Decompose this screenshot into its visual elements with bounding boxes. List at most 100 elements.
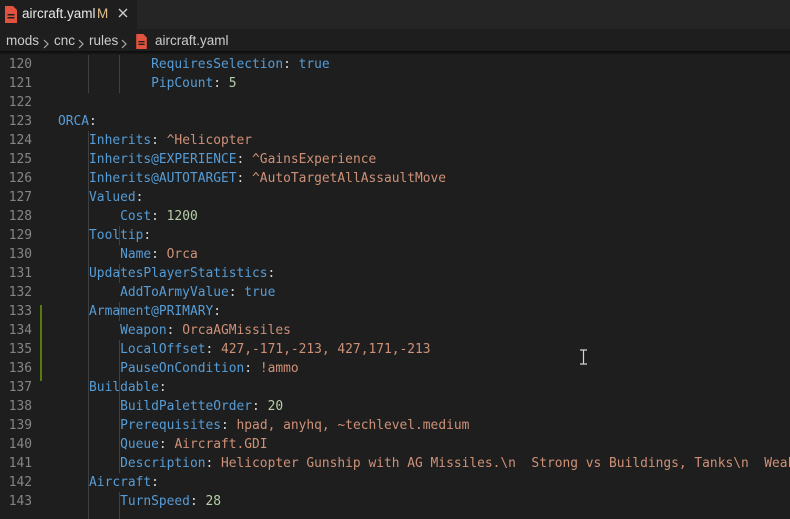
code-text: Queue: Aircraft.GDI bbox=[120, 437, 268, 452]
line-number: 140 bbox=[8, 437, 32, 452]
line-number: 135 bbox=[8, 342, 32, 357]
code-line[interactable]: 120 RequiresSelection: true bbox=[0, 55, 790, 74]
code-line[interactable]: 140 Queue: Aircraft.GDI bbox=[0, 435, 790, 454]
code-line[interactable]: 122 bbox=[0, 93, 790, 112]
yaml-value: 5 bbox=[228, 76, 237, 91]
code-line[interactable]: 128 Cost: 1200 bbox=[0, 207, 790, 226]
yaml-value: Helicopter Gunship with AG Missiles.\n S… bbox=[221, 456, 790, 471]
code-line[interactable]: 134 Weapon: OrcaAGMissiles bbox=[0, 321, 790, 340]
yaml-value: Orca bbox=[166, 247, 198, 262]
breadcrumb-item-file[interactable]: aircraft.yaml bbox=[155, 33, 229, 48]
line-number: 127 bbox=[8, 190, 32, 205]
line-number: 129 bbox=[8, 228, 32, 243]
line-number: 131 bbox=[8, 266, 32, 281]
line-number: 122 bbox=[8, 95, 32, 110]
yaml-value: !ammo bbox=[259, 361, 299, 376]
code-line[interactable]: 135 LocalOffset: 427,-171,-213, 427,171,… bbox=[0, 340, 790, 359]
yaml-key: TurnSpeed bbox=[120, 494, 190, 509]
line-number: 133 bbox=[8, 304, 32, 319]
yaml-value: 427,-171,-213, 427,171,-213 bbox=[221, 342, 431, 357]
yaml-key: Armament@PRIMARY bbox=[89, 304, 214, 319]
yaml-value: OrcaAGMissiles bbox=[182, 323, 291, 338]
line-number: 134 bbox=[8, 323, 32, 338]
code-line[interactable]: 137 Buildable: bbox=[0, 378, 790, 397]
code-line[interactable]: 133 Armament@PRIMARY: bbox=[0, 302, 790, 321]
yaml-value: true bbox=[298, 57, 330, 72]
yaml-key: UpdatesPlayerStatistics bbox=[89, 266, 268, 281]
code-text: Tooltip: bbox=[89, 228, 152, 243]
code-text: Weapon: OrcaAGMissiles bbox=[120, 323, 291, 338]
yaml-file-icon bbox=[135, 34, 148, 52]
code-line[interactable]: 124 Inherits: ^Helicopter bbox=[0, 131, 790, 150]
code-line[interactable]: 136 PauseOnCondition: !ammo bbox=[0, 359, 790, 378]
code-text: AddToArmyValue: true bbox=[120, 285, 276, 300]
line-number: 128 bbox=[8, 209, 32, 224]
code-line[interactable]: 132 AddToArmyValue: true bbox=[0, 283, 790, 302]
yaml-key: Inherits@AUTOTARGET bbox=[89, 171, 237, 186]
yaml-key: ORCA bbox=[58, 114, 90, 129]
code-text: Name: Orca bbox=[120, 247, 198, 262]
line-number: 124 bbox=[8, 133, 32, 148]
breadcrumb-item-cnc[interactable]: cnc bbox=[54, 33, 75, 48]
line-number: 126 bbox=[8, 171, 32, 186]
code-line[interactable]: 130 Name: Orca bbox=[0, 245, 790, 264]
line-number: 143 bbox=[8, 494, 32, 509]
yaml-key: RequiresSelection bbox=[151, 57, 284, 72]
code-line[interactable]: 127 Valued: bbox=[0, 188, 790, 207]
code-line[interactable]: 123 ORCA: bbox=[0, 112, 790, 131]
chevron-right-icon bbox=[42, 37, 50, 52]
line-number: 123 bbox=[8, 114, 32, 129]
yaml-key: Name bbox=[120, 247, 152, 262]
yaml-value: ^GainsExperience bbox=[252, 152, 377, 167]
line-number: 125 bbox=[8, 152, 32, 167]
breadcrumb: mods cnc rules aircraft.yaml bbox=[0, 29, 790, 53]
chevron-right-icon bbox=[77, 37, 85, 52]
code-text: PipCount: 5 bbox=[151, 76, 237, 91]
code-text: Prerequisites: hpad, anyhq, ~techlevel.m… bbox=[120, 418, 470, 433]
yaml-key: Buildable bbox=[89, 380, 159, 395]
code-text: Inherits@EXPERIENCE: ^GainsExperience bbox=[89, 152, 377, 167]
yaml-key: BuildPaletteOrder bbox=[120, 399, 253, 414]
yaml-key: Description bbox=[120, 456, 206, 471]
code-line[interactable]: 141 Description: Helicopter Gunship with… bbox=[0, 454, 790, 473]
yaml-key: AddToArmyValue bbox=[120, 285, 229, 300]
code-text: Cost: 1200 bbox=[120, 209, 198, 224]
code-text: LocalOffset: 427,-171,-213, 427,171,-213 bbox=[120, 342, 431, 357]
yaml-key: PauseOnCondition bbox=[120, 361, 245, 376]
code-editor[interactable]: 120 RequiresSelection: true 121 PipCount:… bbox=[0, 55, 790, 519]
yaml-value: hpad, anyhq, ~techlevel.medium bbox=[236, 418, 470, 433]
line-number: 120 bbox=[8, 57, 32, 72]
yaml-key: Cost bbox=[120, 209, 152, 224]
yaml-value: ^Helicopter bbox=[166, 133, 253, 148]
code-line[interactable]: 126 Inherits@AUTOTARGET: ^AutoTargetAllA… bbox=[0, 169, 790, 188]
code-text: PauseOnCondition: !ammo bbox=[120, 361, 299, 376]
code-line[interactable]: 143 TurnSpeed: 28 bbox=[0, 492, 790, 511]
yaml-value: 28 bbox=[205, 494, 222, 509]
line-number: 141 bbox=[8, 456, 32, 471]
breadcrumb-item-mods[interactable]: mods bbox=[6, 33, 39, 48]
tab-title: aircraft.yaml bbox=[22, 6, 96, 21]
close-icon[interactable] bbox=[114, 4, 132, 22]
yaml-key: Weapon bbox=[120, 323, 167, 338]
code-line[interactable]: 121 PipCount: 5 bbox=[0, 74, 790, 93]
code-line[interactable]: 142 Aircraft: bbox=[0, 473, 790, 492]
code-line[interactable]: 138 BuildPaletteOrder: 20 bbox=[0, 397, 790, 416]
code-line[interactable]: 125 Inherits@EXPERIENCE: ^GainsExperienc… bbox=[0, 150, 790, 169]
code-text: UpdatesPlayerStatistics: bbox=[89, 266, 276, 281]
tab-aircraft-yaml[interactable]: aircraft.yaml M bbox=[0, 0, 137, 29]
code-line[interactable]: 131 UpdatesPlayerStatistics: bbox=[0, 264, 790, 283]
breadcrumb-item-rules[interactable]: rules bbox=[89, 33, 118, 48]
yaml-key: LocalOffset bbox=[120, 342, 206, 357]
code-text: Inherits@AUTOTARGET: ^AutoTargetAllAssau… bbox=[89, 171, 447, 186]
code-line[interactable]: 139 Prerequisites: hpad, anyhq, ~techlev… bbox=[0, 416, 790, 435]
tab-bar: aircraft.yaml M bbox=[0, 0, 790, 29]
code-line[interactable]: 129 Tooltip: bbox=[0, 226, 790, 245]
yaml-value: 20 bbox=[267, 399, 284, 414]
code-text: Valued: bbox=[89, 190, 144, 205]
yaml-file-icon bbox=[4, 6, 18, 28]
code-text: Inherits: ^Helicopter bbox=[89, 133, 253, 148]
code-text: RequiresSelection: true bbox=[151, 57, 330, 72]
line-number: 132 bbox=[8, 285, 32, 300]
yaml-key: Queue bbox=[120, 437, 159, 452]
chevron-right-icon bbox=[120, 37, 128, 52]
